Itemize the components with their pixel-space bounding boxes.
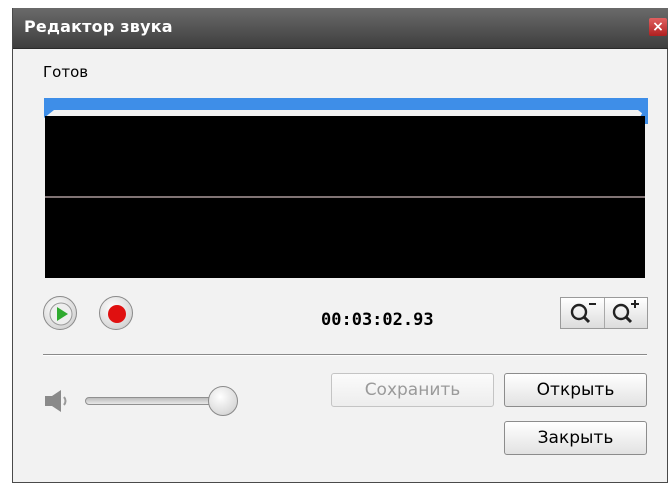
save-button[interactable]: Сохранить bbox=[331, 373, 494, 407]
record-icon bbox=[108, 305, 126, 323]
zoom-in-icon bbox=[612, 300, 639, 324]
play-button[interactable] bbox=[43, 296, 77, 330]
play-icon bbox=[49, 302, 73, 326]
zoom-out-icon bbox=[570, 303, 596, 324]
open-button[interactable]: Открыть bbox=[504, 373, 647, 407]
playback-time: 00:03:02.93 bbox=[321, 310, 434, 330]
sound-editor-window: Редактор звука × Готов 00:03:02.93 Сохра… bbox=[12, 8, 668, 483]
volume-slider-thumb[interactable] bbox=[208, 386, 238, 416]
zoom-controls bbox=[560, 297, 648, 329]
zoom-in-button[interactable] bbox=[605, 298, 648, 328]
title-bar[interactable]: Редактор звука × bbox=[13, 8, 668, 49]
speaker-icon[interactable] bbox=[43, 388, 73, 414]
window-title: Редактор звука bbox=[24, 17, 173, 36]
status-label: Готов bbox=[43, 63, 89, 81]
close-icon[interactable]: × bbox=[649, 18, 667, 36]
divider bbox=[43, 354, 647, 356]
record-button[interactable] bbox=[99, 296, 133, 330]
zoom-out-button[interactable] bbox=[561, 298, 605, 328]
waveform[interactable] bbox=[45, 116, 645, 278]
close-button[interactable]: Закрыть bbox=[504, 421, 647, 455]
